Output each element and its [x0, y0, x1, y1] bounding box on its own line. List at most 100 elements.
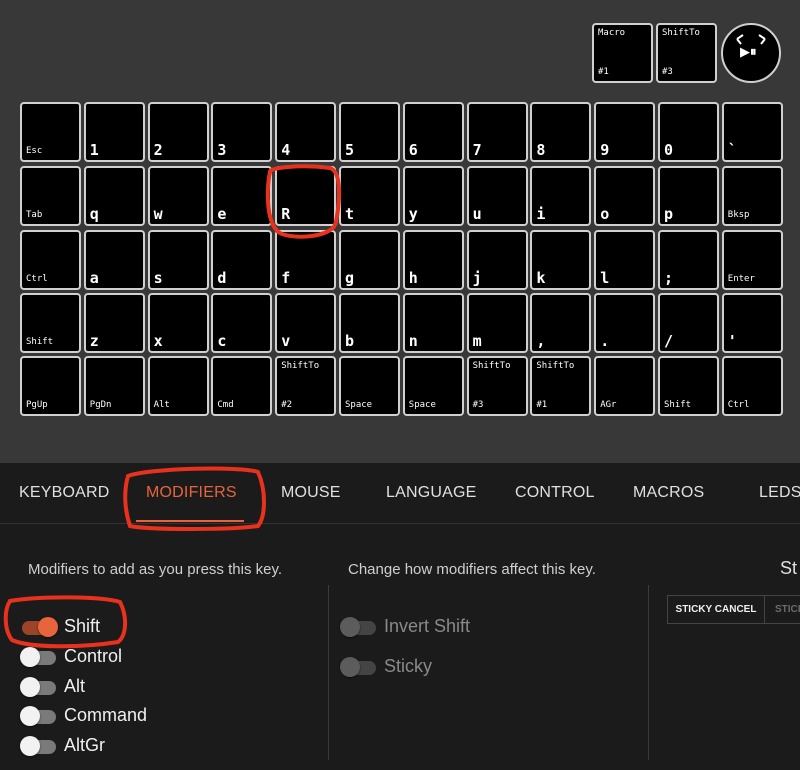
key[interactable]: t [339, 166, 400, 226]
key[interactable]: 1 [83, 102, 145, 162]
key-label: Cmd [217, 400, 234, 410]
key[interactable]: Space [339, 356, 400, 416]
toggle-thumb [38, 617, 58, 637]
key[interactable]: 6 [402, 102, 464, 162]
key[interactable]: a [83, 230, 145, 290]
key-label: Enter [727, 274, 755, 284]
key-label: Tab [26, 210, 43, 220]
key[interactable]: Ctrl [20, 230, 81, 290]
key[interactable]: Cmd [211, 356, 273, 416]
tab-macros[interactable]: MACROS [633, 463, 704, 523]
key[interactable]: ` [721, 102, 783, 162]
key[interactable]: e [211, 166, 273, 226]
sticky-button[interactable]: STICK [765, 596, 800, 623]
key[interactable]: . [594, 293, 656, 353]
key-label: / [664, 332, 674, 350]
key[interactable]: Enter [721, 230, 783, 290]
toggle-thumb [340, 617, 360, 637]
key[interactable]: Esc [20, 102, 81, 162]
tab-control[interactable]: CONTROL [515, 463, 595, 523]
key[interactable]: 2 [147, 102, 209, 162]
toggle-label: Command [64, 705, 148, 725]
key-label: l [600, 269, 610, 287]
key-label: , [536, 332, 546, 350]
key[interactable]: b [339, 293, 400, 353]
key[interactable]: h [402, 230, 464, 290]
tab-language[interactable]: LANGUAGE [386, 463, 477, 523]
key[interactable]: 4 [275, 102, 337, 162]
tab-keyboard[interactable]: KEYBOARD [19, 463, 110, 523]
key-label: Shift [664, 400, 692, 410]
key-label: . [600, 332, 610, 350]
key-label: y [408, 205, 418, 223]
key-top-label: ShiftTo [662, 28, 700, 38]
key-label: x [153, 332, 163, 350]
key[interactable]: v [275, 293, 337, 353]
key-label: ' [727, 332, 737, 350]
key[interactable]: , [530, 293, 592, 353]
key[interactable]: Space [402, 356, 464, 416]
key-label: u [472, 205, 482, 223]
key[interactable]: c [211, 293, 273, 353]
key[interactable]: o [594, 166, 656, 226]
key[interactable]: u [466, 166, 528, 226]
key[interactable]: q [83, 166, 145, 226]
key-label: 3 [217, 141, 227, 159]
key[interactable]: Shift [20, 293, 81, 353]
column-divider [328, 585, 329, 760]
key[interactable]: 0 [658, 102, 719, 162]
key[interactable]: Shift [658, 356, 719, 416]
key[interactable]: Bksp [721, 166, 783, 226]
tab-bar: KEYBOARD MODIFIERS MOUSE LANGUAGE CONTRO… [0, 463, 800, 524]
key[interactable]: 8 [530, 102, 592, 162]
key[interactable]: / [658, 293, 719, 353]
rotary-knob[interactable]: ▶⏸ [721, 23, 781, 83]
key[interactable]: AGr [594, 356, 656, 416]
key[interactable]: PgDn [83, 356, 145, 416]
key[interactable]: l [594, 230, 656, 290]
tab-leds[interactable]: LEDS [759, 463, 800, 523]
key-label: Ctrl [727, 400, 750, 410]
key[interactable]: i [530, 166, 592, 226]
key-label: 6 [408, 141, 418, 159]
key-label: q [89, 205, 99, 223]
tab-mouse[interactable]: MOUSE [281, 463, 341, 523]
key[interactable]: g [339, 230, 400, 290]
key[interactable]: f [275, 230, 337, 290]
key[interactable]: s [147, 230, 209, 290]
key[interactable]: ShiftTo #2 [275, 356, 337, 416]
key[interactable]: z [83, 293, 145, 353]
key[interactable]: n [402, 293, 464, 353]
key[interactable]: PgUp [20, 356, 81, 416]
key-shiftto-3[interactable]: ShiftTo #3 [656, 23, 717, 83]
key[interactable]: 9 [594, 102, 656, 162]
key[interactable]: w [147, 166, 209, 226]
key[interactable]: ' [721, 293, 783, 353]
key[interactable]: k [530, 230, 592, 290]
key[interactable]: Ctrl [721, 356, 783, 416]
key-label: h [408, 269, 418, 287]
key[interactable]: y [402, 166, 464, 226]
key[interactable]: ShiftTo #3 [466, 356, 528, 416]
key[interactable]: 7 [466, 102, 528, 162]
key[interactable]: Alt [147, 356, 209, 416]
key[interactable]: ShiftTo #1 [530, 356, 592, 416]
key[interactable]: j [466, 230, 528, 290]
key[interactable]: m [466, 293, 528, 353]
tab-modifiers[interactable]: MODIFIERS [146, 463, 237, 523]
key[interactable]: 5 [339, 102, 400, 162]
modifiers-description: Modifiers to add as you press this key. [28, 561, 283, 578]
key[interactable]: ; [658, 230, 719, 290]
key-top-label: ShiftTo [536, 361, 575, 371]
key-label: z [89, 332, 99, 350]
sticky-cancel-button[interactable]: STICKY CANCEL [668, 596, 765, 623]
key-macro-1[interactable]: Macro #1 [592, 23, 653, 83]
key-label: n [408, 332, 418, 350]
key[interactable]: x [147, 293, 209, 353]
toggle-thumb [20, 736, 40, 756]
key[interactable]: 3 [211, 102, 273, 162]
key[interactable]: R [275, 166, 337, 226]
key[interactable]: p [658, 166, 719, 226]
key[interactable]: Tab [20, 166, 81, 226]
key[interactable]: d [211, 230, 273, 290]
